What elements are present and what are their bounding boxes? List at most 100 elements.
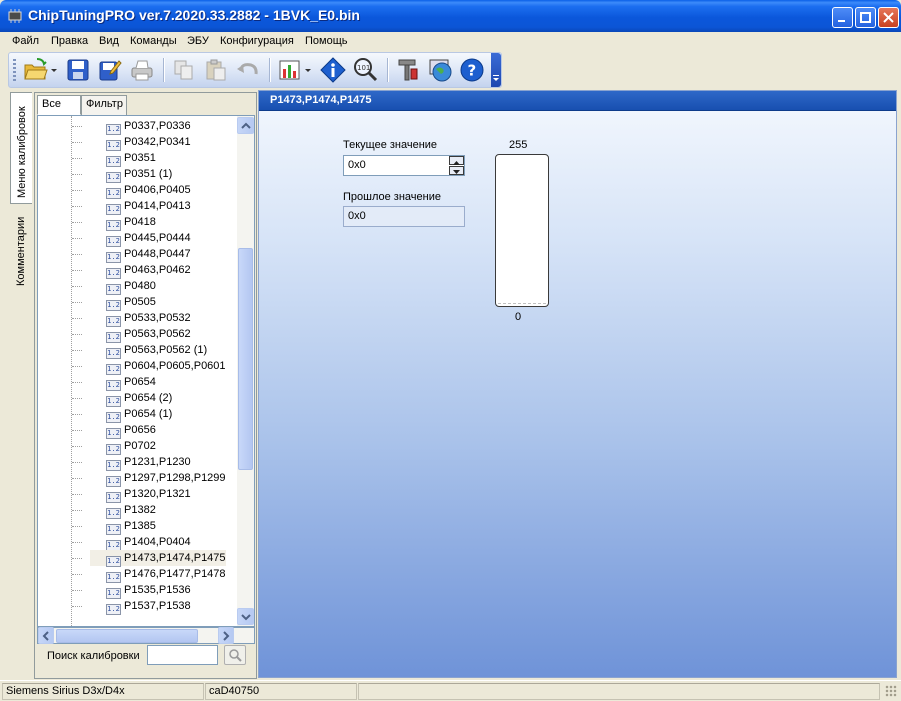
tree-item[interactable]: 1.2 P1320,P1321	[72, 486, 191, 503]
chevron-down-icon[interactable]	[303, 57, 313, 83]
tree-item[interactable]: 1.2 P0351 (1)	[72, 166, 173, 183]
toolbar: 101 ?	[8, 52, 502, 88]
svg-text:?: ?	[468, 62, 477, 80]
tree-item[interactable]: 1.2 P1231,P1230	[72, 454, 191, 471]
tree-branch-line	[72, 478, 82, 479]
tree-item[interactable]: 1.2 P0414,P0413	[72, 198, 191, 215]
undo-icon[interactable]	[235, 57, 261, 83]
tree-branch-line	[72, 398, 82, 399]
calibration-search-input[interactable]	[147, 645, 218, 665]
tab-comments[interactable]: Комментарии	[10, 206, 32, 294]
tree-item[interactable]: 1.2 P0563,P0562	[72, 326, 191, 343]
tree-item[interactable]: 1.2 P0445,P0444	[72, 230, 191, 247]
tab-all[interactable]: Все	[37, 95, 81, 115]
scroll-right-button[interactable]	[218, 627, 234, 644]
tree-item[interactable]: 1.2 P0505	[72, 294, 156, 311]
tree-item[interactable]: 1.2 P0342,P0341	[72, 134, 191, 151]
tree-item[interactable]: 1.2 P0337,P0336	[72, 118, 191, 135]
tree-item[interactable]: 1.2 P1385	[72, 518, 156, 535]
save-as-icon[interactable]	[97, 57, 123, 83]
tree-item[interactable]: 1.2 P0656	[72, 422, 156, 439]
horizontal-scroll-thumb[interactable]	[56, 629, 198, 643]
title-bar[interactable]: ChipTuningPRO ver.7.2020.33.2882 - 1BVK_…	[0, 0, 901, 32]
value-spinner[interactable]	[449, 156, 464, 175]
tree-item[interactable]: 1.2 P0654 (1)	[72, 406, 172, 423]
toolbar-options-button[interactable]	[491, 53, 501, 87]
tree-item[interactable]: 1.2 P1404,P0404	[72, 534, 191, 551]
side-tab-strip: Меню калибровок Комментарии	[10, 92, 34, 677]
scroll-down-button[interactable]	[237, 608, 254, 625]
tree-item[interactable]: 1.2 P1382	[72, 502, 156, 519]
gauge-min-label: 0	[515, 311, 522, 323]
save-icon[interactable]	[65, 57, 91, 83]
tree-branch-line	[72, 382, 82, 383]
vertical-scrollbar[interactable]	[237, 116, 254, 626]
close-button[interactable]	[878, 7, 899, 28]
paste-icon[interactable]	[203, 57, 229, 83]
menu-commands[interactable]: Команды	[130, 35, 177, 47]
maximize-button[interactable]	[855, 7, 876, 28]
search-button[interactable]	[224, 645, 246, 665]
tree-item[interactable]: 1.2 P1473,P1474,P1475	[72, 550, 226, 567]
menu-file[interactable]: Файл	[12, 35, 39, 47]
tree-item-label: P0702	[124, 440, 156, 452]
tree-item[interactable]: 1.2 P0406,P0405	[72, 182, 191, 199]
info-icon[interactable]	[320, 57, 346, 83]
globe-icon[interactable]	[427, 57, 453, 83]
chevron-down-icon	[493, 75, 499, 81]
tree-item[interactable]: 1.2 P0480	[72, 278, 156, 295]
resize-grip[interactable]	[885, 685, 897, 697]
scroll-left-button[interactable]	[38, 627, 54, 644]
status-empty	[358, 683, 880, 700]
toolbar-grip[interactable]	[13, 59, 16, 81]
menu-view[interactable]: Вид	[99, 35, 119, 47]
tree-item[interactable]: 1.2 P1535,P1536	[72, 582, 191, 599]
tree-item-label: P0445,P0444	[124, 232, 191, 244]
help-icon[interactable]: ?	[459, 57, 485, 83]
tools-icon[interactable]	[395, 57, 421, 83]
tree-item-label: P0480	[124, 280, 156, 292]
search-zoom-icon[interactable]: 101	[352, 57, 378, 83]
tree-item[interactable]: 1.2 P0702	[72, 438, 156, 455]
scroll-up-button[interactable]	[237, 117, 254, 134]
tree-item-label: P1231,P1230	[124, 456, 191, 468]
tree-item[interactable]: 1.2 P0351	[72, 150, 156, 167]
minimize-button[interactable]	[832, 7, 853, 28]
increment-button[interactable]	[449, 156, 464, 165]
tree-branch-line	[72, 286, 82, 287]
tree-item-label: P0351 (1)	[124, 168, 173, 180]
open-folder-icon[interactable]	[23, 57, 49, 83]
copy-icon[interactable]	[171, 57, 197, 83]
tree-item[interactable]: 1.2 P0604,P0605,P0601	[72, 358, 226, 375]
decrement-button[interactable]	[449, 166, 464, 175]
tree-item[interactable]: 1.2 P1297,P1298,P1299	[72, 470, 226, 487]
tab-calibration-menu[interactable]: Меню калибровок	[10, 92, 32, 204]
menu-configuration[interactable]: Конфигурация	[220, 35, 294, 47]
tree-item[interactable]: 1.2 P1537,P1538	[72, 598, 191, 615]
calibration-tree[interactable]: 1.2 P0337,P0336 1.2 P0342,P0341 1.2 P0351 1.2 P…	[37, 115, 255, 627]
tree-item[interactable]: 1.2 P0463,P0462	[72, 262, 191, 279]
menu-edit[interactable]: Правка	[51, 35, 88, 47]
tree-item[interactable]: 1.2 P0563,P0562 (1)	[72, 342, 207, 359]
tree-branch-line	[72, 558, 82, 559]
chevron-down-icon[interactable]	[49, 57, 59, 83]
tree-item[interactable]: 1.2 P0448,P0447	[72, 246, 191, 263]
tree-item[interactable]: 1.2 P1476,P1477,P1478	[72, 566, 226, 583]
tree-item[interactable]: 1.2 P0418	[72, 214, 156, 231]
tree-item[interactable]: 1.2 P0654	[72, 374, 156, 391]
tree-branch-line	[72, 462, 82, 463]
tab-filter[interactable]: Фильтр	[81, 95, 127, 115]
tree-item[interactable]: 1.2 P0654 (2)	[72, 390, 172, 407]
print-icon[interactable]	[129, 57, 155, 83]
chart-icon[interactable]	[277, 57, 303, 83]
current-value-field[interactable]: 0x0	[343, 155, 465, 176]
tree-item[interactable]: 1.2 P0533,P0532	[72, 310, 191, 327]
close-icon	[883, 12, 894, 23]
horizontal-scrollbar[interactable]	[37, 627, 255, 644]
menu-ecu[interactable]: ЭБУ	[187, 35, 209, 47]
menu-help[interactable]: Помощь	[305, 35, 348, 47]
calibration-icon: 1.2	[106, 604, 121, 615]
tree-branch-line	[72, 238, 82, 239]
menu-bar: Файл Правка Вид Команды ЭБУ Конфигурация…	[0, 32, 901, 51]
vertical-scroll-thumb[interactable]	[238, 248, 253, 470]
